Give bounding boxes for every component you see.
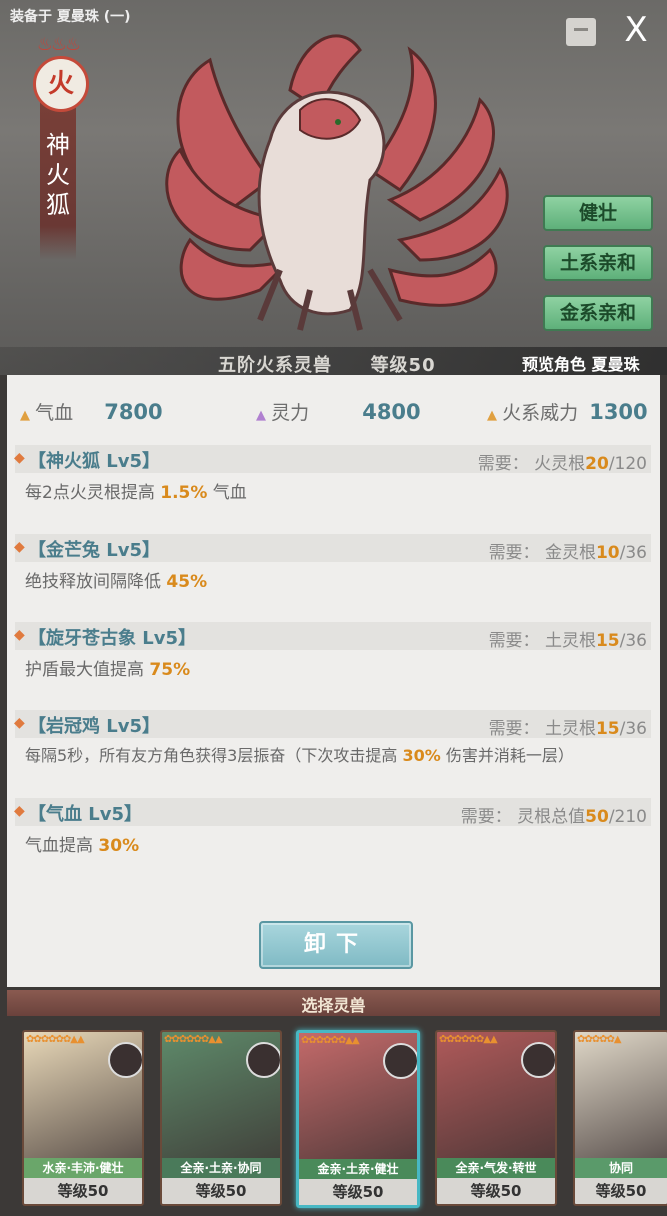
skill-description: 每2点火灵根提高 1.5% 气血	[25, 483, 247, 503]
skill-requirement: 需要： 金灵根10/36	[488, 543, 647, 563]
skill-description: 每隔5秒，所有友方角色获得3层振奋（下次攻击提高 30% 伤害并消耗一层）	[25, 746, 574, 765]
fox-beast-art	[165, 34, 509, 331]
skill-title: 【神火狐 Lv5】	[28, 451, 160, 472]
skill-title: 【旋牙苍古象 Lv5】	[28, 628, 196, 649]
preview-character[interactable]: 预览角色 夏曼珠	[522, 351, 640, 375]
equipped-label: 装备于 夏曼珠 (一)	[10, 9, 131, 25]
beast-card[interactable]: ✿✿✿✿✿✿▲▲ 全亲·气发·转世 等级50	[435, 1030, 557, 1206]
rank-level-label: 五阶火系灵兽 等级50	[218, 351, 436, 377]
close-button[interactable]: X	[620, 13, 652, 47]
triangle-icon: ▲	[487, 408, 497, 423]
diamond-icon: ◆	[14, 803, 25, 819]
skill-requirement: 需要： 火灵根20/120	[477, 454, 647, 474]
avatar	[246, 1042, 280, 1078]
skill-title: 【金芒兔 Lv5】	[28, 540, 160, 561]
star-rating: ✿✿✿✿✿✿▲▲	[26, 1034, 85, 1045]
beast-card-selected[interactable]: ✿✿✿✿✿✿▲▲ 金亲·土亲·健壮 等级50	[296, 1030, 420, 1208]
skill-description: 气血提高 30%	[25, 836, 140, 856]
trait-button-earth-affinity[interactable]: 土系亲和	[543, 245, 653, 281]
diamond-icon: ◆	[14, 627, 25, 643]
card-level: 等级50	[162, 1178, 280, 1204]
beast-card[interactable]: ✿✿✿✿✿▲ 协同 等级50	[573, 1030, 667, 1206]
star-rating: ✿✿✿✿✿✿▲▲	[439, 1034, 498, 1045]
level-label: 等级50	[370, 355, 436, 376]
card-level: 等级50	[299, 1179, 417, 1205]
avatar	[383, 1043, 417, 1079]
card-tags: 水亲·丰沛·健壮	[24, 1158, 142, 1178]
triangle-icon: ▲	[256, 408, 266, 423]
card-tags: 全亲·气发·转世	[437, 1158, 555, 1178]
info-icon[interactable]	[566, 18, 596, 46]
star-rating: ✿✿✿✿✿✿▲▲	[164, 1034, 223, 1045]
star-rating: ✿✿✿✿✿✿▲▲	[301, 1035, 360, 1046]
unequip-button[interactable]: 卸下	[259, 921, 413, 969]
card-level: 等级50	[24, 1178, 142, 1204]
beast-card[interactable]: ✿✿✿✿✿✿▲▲ 水亲·丰沛·健壮 等级50	[22, 1030, 144, 1206]
skill-requirement: 需要： 灵根总值50/210	[460, 807, 647, 827]
skill-description: 绝技释放间隔降低 45%	[25, 572, 208, 592]
avatar	[108, 1042, 142, 1078]
trait-button-metal-affinity[interactable]: 金系亲和	[543, 295, 653, 331]
skill-title: 【岩冠鸡 Lv5】	[28, 716, 160, 737]
stat-hp: ▲ 气血 7800	[20, 400, 163, 424]
rank-label: 五阶火系灵兽	[218, 355, 332, 376]
diamond-icon: ◆	[14, 715, 25, 731]
trait-button-sturdy[interactable]: 健壮	[543, 195, 653, 231]
element-badge: 火	[33, 56, 89, 112]
stat-fire-power: ▲ 火系威力 1300	[487, 400, 648, 424]
avatar	[521, 1042, 555, 1078]
card-level: 等级50	[437, 1178, 555, 1204]
skill-title: 【气血 Lv5】	[28, 804, 142, 825]
skill-description: 护盾最大值提高 75%	[25, 660, 191, 680]
card-level: 等级50	[575, 1178, 667, 1204]
card-tags: 全亲·土亲·协同	[162, 1158, 280, 1178]
skill-requirement: 需要： 土灵根15/36	[488, 631, 647, 651]
beast-name: 神火狐	[46, 131, 70, 219]
select-beast-label: 选择灵兽	[301, 996, 366, 1015]
stat-mana: ▲ 灵力 4800	[256, 400, 421, 424]
card-tags: 金亲·土亲·健壮	[299, 1159, 417, 1179]
diamond-icon: ◆	[14, 450, 25, 466]
triangle-icon: ▲	[20, 408, 30, 423]
star-rating: ✿✿✿✿✿▲	[577, 1034, 622, 1045]
skill-requirement: 需要： 土灵根15/36	[488, 719, 647, 739]
card-tags: 协同	[575, 1158, 667, 1178]
beast-card[interactable]: ✿✿✿✿✿✿▲▲ 全亲·土亲·协同 等级50	[160, 1030, 282, 1206]
diamond-icon: ◆	[14, 539, 25, 555]
